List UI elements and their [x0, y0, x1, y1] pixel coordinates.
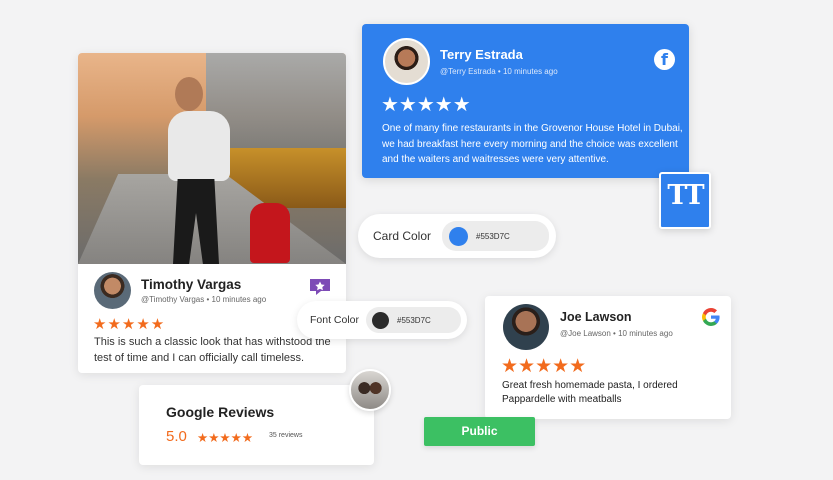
avatar [503, 304, 549, 350]
review-text: This is such a classic look that has wit… [94, 336, 331, 364]
facebook-review-card[interactable]: Terry Estrada @Terry Estrada • 10 minute… [362, 24, 689, 178]
summary-title: Google Reviews [166, 404, 275, 420]
review-time: 10 minutes ago [502, 67, 558, 76]
font-glyph-icon: TT [667, 180, 704, 211]
review-meta: @Joe Lawson • 10 minutes ago [560, 329, 673, 338]
review-meta: @Timothy Vargas • 10 minutes ago [141, 295, 267, 304]
reviewer-handle: @Joe Lawson [560, 329, 611, 338]
review-time: 10 minutes ago [211, 295, 267, 304]
review-header: Timothy Vargas @Timothy Vargas • 10 minu… [94, 272, 266, 309]
font-style-button[interactable]: TT [659, 172, 711, 229]
photo-hydrant [250, 203, 290, 263]
reviewer-name: Timothy Vargas [141, 277, 242, 292]
avatar [383, 38, 430, 85]
reviewer-name: Joe Lawson [560, 310, 632, 324]
font-color-label: Font Color [310, 314, 360, 326]
summary-rating: 5.0 [166, 428, 187, 445]
star-rating: ★★★★★ [93, 316, 166, 333]
photo-person-body [168, 111, 230, 181]
review-text: One of many fine restaurants in the Grov… [382, 123, 683, 165]
google-reviews-summary[interactable]: Google Reviews 5.0 ★★★★★ 35 reviews [139, 385, 374, 465]
color-swatch[interactable] [449, 226, 468, 246]
review-meta: @Terry Estrada • 10 minutes ago [440, 67, 558, 76]
review-time: 10 minutes ago [618, 329, 673, 338]
summary-stars: ★★★★★ [197, 431, 254, 445]
color-swatch[interactable] [372, 311, 389, 329]
reviewer-name: Terry Estrada [440, 47, 523, 62]
google-review-card[interactable]: Joe Lawson @Joe Lawson • 10 minutes ago … [485, 296, 731, 419]
star-rating: ★★★★★ [381, 94, 471, 116]
public-button[interactable]: Public [424, 417, 535, 446]
avatar [94, 272, 131, 309]
star-rating: ★★★★★ [501, 356, 587, 377]
review-text: Great fresh homemade pasta, I ordered Pa… [502, 380, 678, 405]
google-icon [702, 308, 720, 326]
reviewer-handle: @Terry Estrada [440, 67, 496, 76]
summary-review-count: 35 reviews [269, 432, 303, 439]
photo-person-head [175, 77, 203, 111]
color-hex-value: #553D7C [476, 231, 510, 241]
card-color-picker[interactable]: Card Color #553D7C [358, 214, 556, 258]
card-color-label: Card Color [373, 229, 432, 243]
font-color-picker[interactable]: Font Color #553D7C [297, 301, 467, 339]
color-hex-value: #553D7C [397, 315, 431, 325]
card-color-field[interactable]: #553D7C [442, 221, 549, 251]
font-color-field[interactable]: #553D7C [366, 307, 461, 333]
review-photo [78, 53, 346, 264]
facebook-icon: f [654, 49, 675, 70]
reviewer-handle: @Timothy Vargas [141, 295, 205, 304]
review-star-icon [310, 279, 330, 295]
group-avatar [349, 369, 391, 411]
